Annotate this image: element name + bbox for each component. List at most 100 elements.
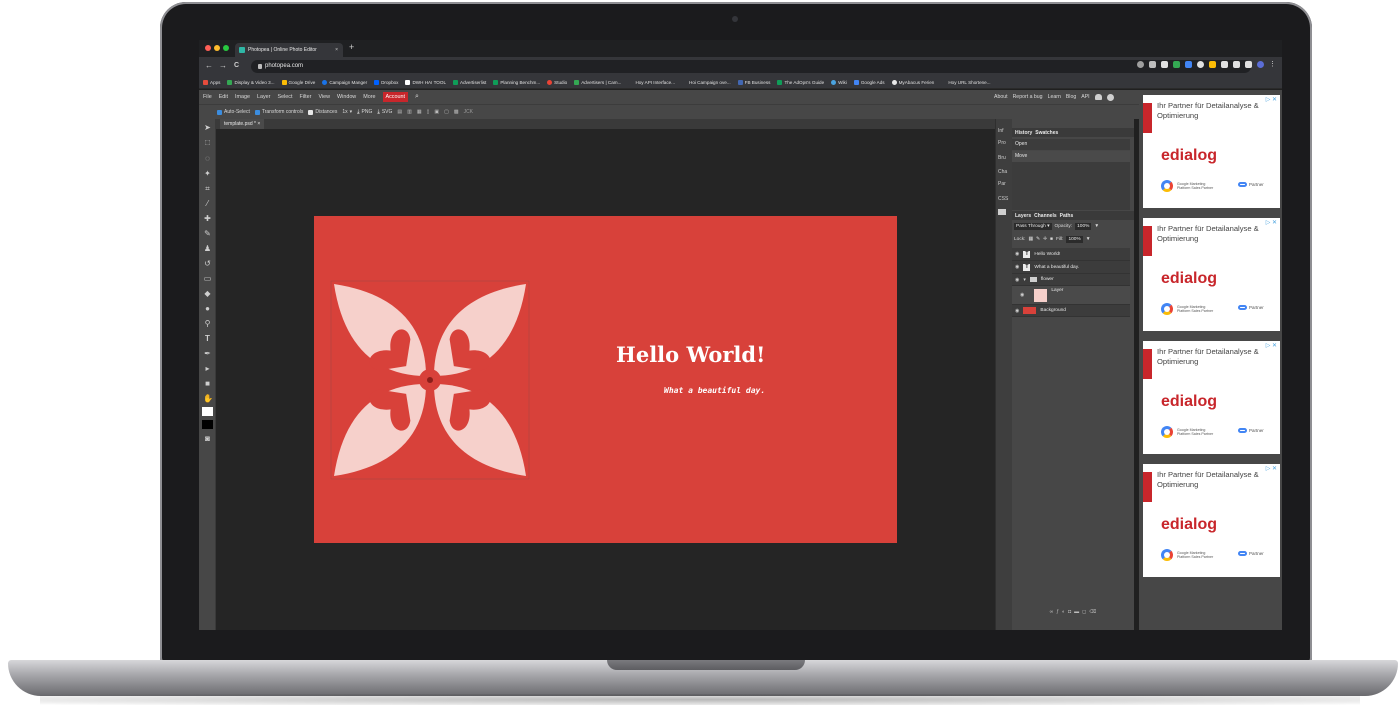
- bookmark[interactable]: Hoy API Interface...: [628, 79, 675, 85]
- new-layer-icon[interactable]: ◻: [1082, 609, 1086, 619]
- clone-stamp-tool-icon[interactable]: ♟: [203, 244, 212, 253]
- visibility-eye-icon[interactable]: ◉: [1015, 277, 1019, 283]
- star-icon[interactable]: [1149, 61, 1156, 68]
- bookmark[interactable]: Apps: [203, 79, 220, 85]
- menu-file[interactable]: File: [203, 94, 212, 100]
- layer-row-selected[interactable]: ◉ Layer: [1012, 286, 1130, 305]
- align-right-icon[interactable]: ▦: [417, 109, 422, 115]
- bookmark[interactable]: Advertiserlist: [453, 79, 486, 85]
- scale-select[interactable]: 1x ▾: [342, 109, 352, 115]
- flower-graphic[interactable]: [330, 280, 530, 480]
- close-document-icon[interactable]: ×: [257, 121, 260, 127]
- bookmark[interactable]: Campaign Manger: [322, 79, 367, 85]
- tab-swatches[interactable]: Swatches: [1035, 130, 1058, 136]
- layer-mask-icon[interactable]: ◘: [1068, 609, 1071, 619]
- align-left-icon[interactable]: ▤: [397, 109, 402, 115]
- distribute-icon[interactable]: ▯: [427, 109, 430, 115]
- eyedropper-tool-icon[interactable]: ⁄: [203, 199, 212, 208]
- properties-panel-button[interactable]: Pro: [998, 140, 1006, 146]
- bookmark[interactable]: Planning Benchm...: [493, 79, 540, 85]
- ad-banner[interactable]: ▷ ✕ Ihr Partner für Detailanalyse & Opti…: [1143, 464, 1280, 577]
- address-bar[interactable]: photopea.com: [251, 60, 1251, 73]
- export-svg-button[interactable]: ⤓ SVG: [377, 109, 392, 116]
- fill-input[interactable]: 100%: [1066, 236, 1083, 243]
- background-color-swatch[interactable]: [202, 420, 213, 429]
- extension-icon[interactable]: [1173, 61, 1180, 68]
- lock-position-icon[interactable]: ✛: [1043, 237, 1047, 242]
- ad-close-icon[interactable]: ▷ ✕: [1266, 219, 1277, 226]
- align-bottom-icon[interactable]: ▩: [454, 109, 459, 115]
- twitter-icon[interactable]: [1094, 94, 1102, 100]
- lock-paint-icon[interactable]: ✎: [1036, 237, 1040, 242]
- menu-more[interactable]: More: [363, 94, 375, 100]
- bookmark[interactable]: Dropbox: [374, 79, 398, 85]
- menu-filter[interactable]: Filter: [299, 94, 311, 100]
- fill-tool-icon[interactable]: ◆: [203, 289, 212, 298]
- extension-icon[interactable]: [1185, 61, 1192, 68]
- extension-icon[interactable]: [1161, 61, 1168, 68]
- layer-effects-icon[interactable]: ƒ: [1056, 609, 1059, 619]
- avatar[interactable]: [1257, 61, 1264, 68]
- transform-controls-checkbox[interactable]: Transform controls: [254, 109, 303, 115]
- menu-layer[interactable]: Layer: [257, 94, 271, 100]
- puzzle-icon[interactable]: [1233, 61, 1240, 68]
- location-icon[interactable]: [1137, 61, 1144, 68]
- export-png-button[interactable]: ⤓ PNG: [357, 109, 372, 116]
- browser-tab[interactable]: Photopea | Online Photo Editor ×: [235, 43, 343, 57]
- bookmark[interactable]: Advertisers | Cam...: [574, 79, 621, 85]
- menu-select[interactable]: Select: [277, 94, 292, 100]
- api-link[interactable]: API: [1081, 94, 1089, 100]
- auto-select-checkbox[interactable]: Auto-Select: [217, 109, 250, 115]
- blur-tool-icon[interactable]: ●: [203, 304, 212, 313]
- history-brush-tool-icon[interactable]: ↺: [203, 259, 212, 268]
- canvas-title-text[interactable]: Hello World!: [616, 342, 765, 367]
- bookmark[interactable]: Hoy URL Shortene...: [941, 79, 991, 85]
- menu-window[interactable]: Window: [337, 94, 356, 100]
- info-panel-button[interactable]: Inf: [998, 128, 1004, 134]
- delete-layer-icon[interactable]: ⌫: [1089, 609, 1096, 619]
- canvas-subtitle-text[interactable]: What a beautiful day.: [664, 386, 765, 395]
- distances-checkbox[interactable]: Distances: [308, 109, 337, 115]
- shape-tool-icon[interactable]: ■: [203, 379, 212, 388]
- brush-panel-button[interactable]: Bru: [998, 155, 1006, 161]
- quick-mask-icon[interactable]: ◙: [203, 434, 212, 443]
- bookmark[interactable]: Studio: [547, 79, 567, 85]
- extension-icon[interactable]: [1197, 61, 1204, 68]
- visibility-eye-icon[interactable]: ◉: [1015, 264, 1019, 270]
- paragraph-panel-button[interactable]: Par: [998, 181, 1006, 187]
- ad-banner[interactable]: ▷ ✕ Ihr Partner für Detailanalyse & Opti…: [1143, 218, 1280, 331]
- lasso-tool-icon[interactable]: ◌: [203, 154, 212, 163]
- ad-banner[interactable]: ▷ ✕ Ihr Partner für Detailanalyse & Opti…: [1143, 95, 1280, 208]
- marquee-tool-icon[interactable]: ⬚: [203, 139, 212, 148]
- layer-row[interactable]: ◉ T What a beautiful day.: [1012, 261, 1130, 274]
- move-tool-icon[interactable]: ➤: [203, 123, 212, 132]
- document-canvas[interactable]: Hello World! What a beautiful day.: [314, 216, 897, 543]
- github-icon[interactable]: [1106, 93, 1114, 101]
- chevron-down-icon[interactable]: ▼: [1086, 237, 1091, 242]
- bookmark[interactable]: Wiki: [831, 79, 847, 85]
- path-select-tool-icon[interactable]: ▸: [203, 364, 212, 373]
- visibility-eye-icon[interactable]: ◉: [1015, 308, 1019, 314]
- extension-icon[interactable]: [1221, 61, 1228, 68]
- new-tab-button[interactable]: +: [349, 42, 354, 52]
- bookmark[interactable]: Hoi Campaign ove...: [682, 79, 731, 85]
- close-tab-icon[interactable]: ×: [335, 43, 338, 57]
- search-icon[interactable]: ⌕: [415, 93, 419, 101]
- bookmark[interactable]: Display & Video 3...: [227, 79, 275, 85]
- kebab-menu-icon[interactable]: ⋮: [1269, 61, 1276, 68]
- hand-tool-icon[interactable]: ✋: [203, 394, 213, 403]
- tab-paths[interactable]: Paths: [1060, 213, 1074, 219]
- blend-mode-select[interactable]: Pass Through ▾: [1014, 223, 1052, 230]
- layer-row[interactable]: ◉ T Hello World!: [1012, 248, 1130, 261]
- tab-layers[interactable]: Layers: [1015, 213, 1031, 219]
- type-tool-icon[interactable]: T: [203, 334, 212, 343]
- ad-close-icon[interactable]: ▷ ✕: [1266, 96, 1277, 103]
- lock-transparency-icon[interactable]: ▦: [1028, 237, 1033, 242]
- image-panel-icon[interactable]: [998, 209, 1006, 215]
- history-item[interactable]: Open: [1012, 139, 1130, 150]
- character-panel-button[interactable]: Cha: [998, 169, 1007, 175]
- visibility-eye-icon[interactable]: ◉: [1015, 251, 1019, 257]
- link-layers-icon[interactable]: ∞: [1050, 609, 1054, 619]
- bookmark[interactable]: DWH HAI TOOL: [405, 79, 446, 85]
- reload-button[interactable]: C: [234, 61, 239, 71]
